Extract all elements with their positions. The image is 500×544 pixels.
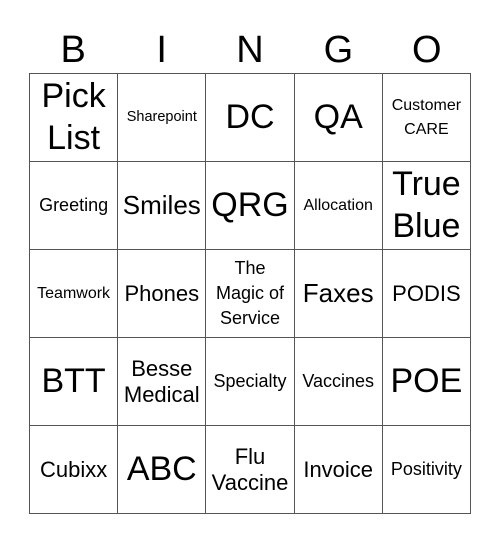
bingo-cell[interactable]: QA — [294, 74, 383, 162]
bingo-cell[interactable]: True Blue — [382, 162, 471, 250]
bingo-cell[interactable]: Flu Vaccine — [206, 426, 295, 514]
bingo-cell[interactable]: PODIS — [382, 250, 471, 338]
bingo-cell[interactable]: Invoice — [294, 426, 383, 514]
bingo-cell[interactable]: Cubixx — [30, 426, 119, 514]
header-letter-n: N — [236, 29, 264, 71]
bingo-cell[interactable]: BTT — [30, 338, 119, 426]
header-letter-o: O — [412, 29, 442, 71]
bingo-cell[interactable]: Customer CARE — [382, 74, 471, 162]
bingo-cell[interactable]: Positivity — [382, 426, 471, 514]
bingo-cell[interactable]: QRG — [206, 162, 295, 250]
header-letter-i: I — [156, 29, 167, 71]
bingo-cell[interactable]: Faxes — [294, 250, 383, 338]
bingo-cell[interactable]: Sharepoint — [118, 74, 207, 162]
bingo-cell[interactable]: Teamwork — [30, 250, 119, 338]
bingo-cell[interactable]: Greeting — [30, 162, 119, 250]
bingo-cell[interactable]: Allocation — [294, 162, 383, 250]
bingo-cell-center[interactable]: The Magic of Service — [206, 250, 295, 338]
bingo-header: B I N G O — [29, 28, 471, 73]
header-letter-g: G — [323, 29, 354, 71]
bingo-cell[interactable]: Smiles — [118, 162, 207, 250]
bingo-cell[interactable]: Besse Medical — [118, 338, 207, 426]
bingo-cell[interactable]: DC — [206, 74, 295, 162]
header-letter-b: B — [60, 29, 86, 71]
bingo-cell[interactable]: Vaccines — [294, 338, 383, 426]
bingo-cell[interactable]: POE — [382, 338, 471, 426]
bingo-cell[interactable]: Pick List — [30, 74, 119, 162]
bingo-cell[interactable]: Phones — [118, 250, 207, 338]
bingo-grid: Pick List Sharepoint DC QA Customer CARE… — [29, 73, 471, 514]
bingo-cell[interactable]: ABC — [118, 426, 207, 514]
bingo-cell[interactable]: Specialty — [206, 338, 295, 426]
